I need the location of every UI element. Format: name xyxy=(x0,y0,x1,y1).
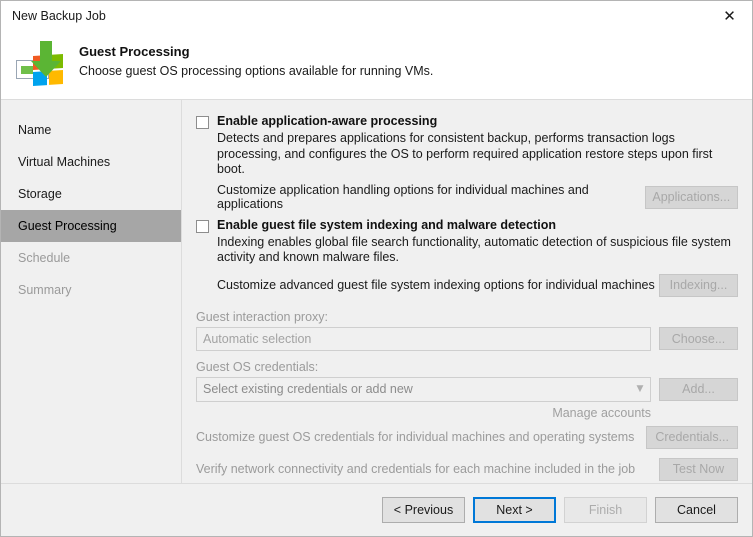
wizard-steps-sidebar: Name Virtual Machines Storage Guest Proc… xyxy=(1,100,182,483)
guest-interaction-proxy-label: Guest interaction proxy: xyxy=(196,309,329,324)
enable-application-aware-processing-checkbox[interactable] xyxy=(196,116,209,129)
verify-connectivity-row: Verify network connectivity and credenti… xyxy=(196,457,738,481)
app-aware-customize-text: Customize application handling options f… xyxy=(217,183,589,211)
indexing-checkbox-row: Enable guest file system indexing and ma… xyxy=(196,218,738,233)
dialog-body: Name Virtual Machines Storage Guest Proc… xyxy=(1,100,752,483)
indexing-description: Indexing enables global file search func… xyxy=(217,234,731,265)
credentials-button[interactable]: Credentials... xyxy=(646,425,738,449)
window-title: New Backup Job xyxy=(12,8,106,23)
dialog-header: Guest Processing Choose guest OS process… xyxy=(1,31,752,100)
sidebar-item-summary: Summary xyxy=(1,274,181,306)
app-aware-description: Detects and prepares applications for co… xyxy=(217,131,713,176)
guest-os-credentials-label: Guest OS credentials: xyxy=(196,359,319,374)
close-icon[interactable]: ✕ xyxy=(707,2,752,31)
sidebar-item-label: Guest Processing xyxy=(18,219,117,233)
sidebar-item-name[interactable]: Name xyxy=(1,114,181,146)
sidebar-item-label: Virtual Machines xyxy=(18,155,111,169)
sidebar-item-guest-processing[interactable]: Guest Processing xyxy=(1,210,181,242)
sidebar-item-label: Name xyxy=(18,123,52,137)
previous-button[interactable]: < Previous xyxy=(382,497,465,523)
add-button[interactable]: Add... xyxy=(659,377,738,401)
title-bar: New Backup Job ✕ xyxy=(1,1,752,31)
finish-button[interactable]: Finish xyxy=(564,497,647,523)
sidebar-item-label: Schedule xyxy=(18,251,71,265)
choose-button[interactable]: Choose... xyxy=(659,327,738,350)
download-arrow-icon xyxy=(31,41,61,77)
indexing-customize-row: Customize advanced guest file system ind… xyxy=(217,273,738,297)
verify-connectivity-text: Verify network connectivity and credenti… xyxy=(196,462,636,476)
indexing-button[interactable]: Indexing... xyxy=(659,273,738,297)
sidebar-item-label: Storage xyxy=(18,187,62,201)
chevron-down-icon: ▼ xyxy=(636,384,644,394)
guest-os-credentials-value: Select existing credentials or add new xyxy=(203,382,413,396)
manage-accounts-row: Manage accounts xyxy=(196,406,738,420)
customize-credentials-text: Customize guest OS credentials for indiv… xyxy=(196,430,635,444)
app-aware-checkbox-row: Enable application-aware processing xyxy=(196,114,738,129)
indexing-customize-text: Customize advanced guest file system ind… xyxy=(217,278,655,292)
guest-os-credentials-select[interactable]: Select existing credentials or add new ▼ xyxy=(196,376,651,402)
sidebar-item-storage[interactable]: Storage xyxy=(1,178,181,210)
page-title: Guest Processing xyxy=(79,44,190,59)
indexing-label: Enable guest file system indexing and ma… xyxy=(217,217,556,232)
guest-processing-icon xyxy=(15,41,73,93)
sidebar-item-virtual-machines[interactable]: Virtual Machines xyxy=(1,146,181,178)
main-content: Enable application-aware processing Dete… xyxy=(182,100,752,483)
dialog-footer: < Previous Next > Finish Cancel xyxy=(1,483,752,536)
applications-button[interactable]: Applications... xyxy=(644,185,738,209)
app-aware-label: Enable application-aware processing xyxy=(217,114,438,128)
guest-interaction-proxy-row: Automatic selection Choose... xyxy=(196,326,738,351)
sidebar-item-label: Summary xyxy=(18,283,72,297)
test-now-button[interactable]: Test Now xyxy=(659,457,738,481)
page-subtitle: Choose guest OS processing options avail… xyxy=(79,64,434,79)
manage-accounts-link[interactable]: Manage accounts xyxy=(552,406,651,420)
cancel-button[interactable]: Cancel xyxy=(655,497,738,523)
enable-guest-file-system-indexing-checkbox[interactable] xyxy=(196,219,209,233)
customize-credentials-row: Customize guest OS credentials for indiv… xyxy=(196,425,738,449)
app-aware-customize-row: Customize application handling options f… xyxy=(217,183,738,211)
new-backup-job-dialog: New Backup Job ✕ Guest Processing Choose… xyxy=(0,0,753,537)
guest-os-credentials-row: Select existing credentials or add new ▼… xyxy=(196,376,738,402)
sidebar-item-schedule: Schedule xyxy=(1,242,181,274)
next-button[interactable]: Next > xyxy=(473,497,556,523)
guest-interaction-proxy-input[interactable]: Automatic selection xyxy=(196,326,651,351)
